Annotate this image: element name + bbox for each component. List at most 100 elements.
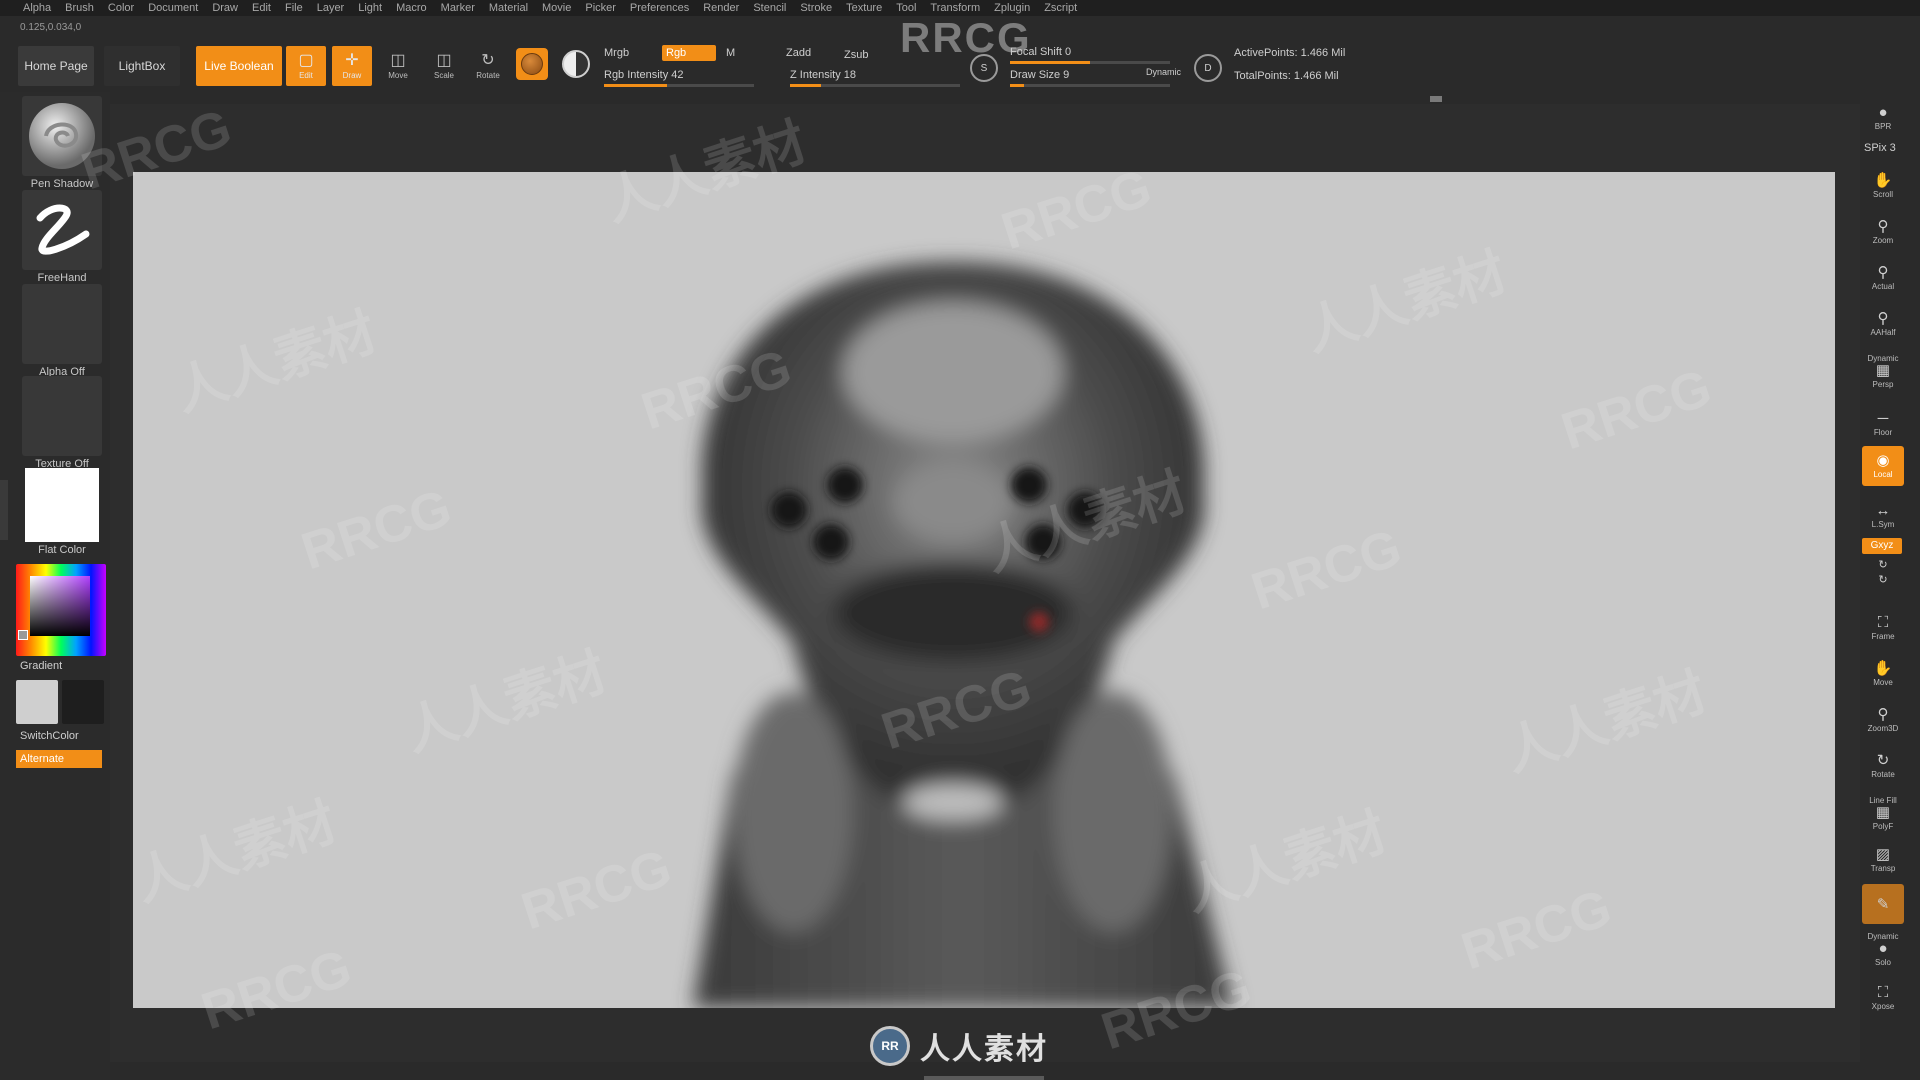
draw-size-slider[interactable]	[1010, 84, 1170, 87]
main-color-swatch[interactable]	[16, 680, 58, 724]
draw-icon: ✛	[345, 51, 359, 69]
aahalf-button[interactable]: ⚲ AAHalf	[1862, 304, 1904, 344]
local-button[interactable]: ◉ Local	[1862, 446, 1904, 486]
menu-item-alpha[interactable]: Alpha	[16, 0, 58, 16]
spix-slider[interactable]: SPix 3	[1864, 142, 1896, 154]
rrcg-circle-logo-icon: RR	[870, 1026, 910, 1066]
material-selector[interactable]: Flat Color	[20, 468, 104, 556]
lsym-button[interactable]: ↔ L.Sym	[1862, 496, 1904, 536]
draw-size-fill	[1010, 84, 1025, 87]
menu-item-marker[interactable]: Marker	[434, 0, 482, 16]
menu-item-edit[interactable]: Edit	[245, 0, 278, 16]
transp-button[interactable]: ▨ Transp	[1862, 840, 1904, 880]
move-icon: ◫	[390, 51, 406, 69]
menu-item-stencil[interactable]: Stencil	[746, 0, 793, 16]
menu-item-macro[interactable]: Macro	[389, 0, 434, 16]
alpha-selector[interactable]: Alpha Off	[20, 284, 104, 378]
menu-item-preferences[interactable]: Preferences	[623, 0, 696, 16]
frame-button[interactable]: ⛶ Frame	[1862, 608, 1904, 648]
rotate-view-button[interactable]: ↻ Rotate	[1862, 746, 1904, 786]
draw-button[interactable]: ✛ Draw	[332, 46, 372, 86]
zoom-button[interactable]: ⚲ Zoom	[1862, 212, 1904, 252]
actual-button[interactable]: ⚲ Actual	[1862, 258, 1904, 298]
move-view-button[interactable]: ✋ Move	[1862, 654, 1904, 694]
gradient-label: Gradient	[20, 660, 63, 672]
color-picker-square[interactable]	[30, 576, 90, 636]
polyf-button[interactable]: Line Fill ▦ PolyF	[1862, 792, 1904, 832]
rotate-y-icon: ↻	[1878, 559, 1888, 571]
draw-size-label: Draw Size 9	[1010, 69, 1070, 81]
rotate-icon: ↻	[481, 51, 495, 69]
rgb-intensity-slider[interactable]	[604, 84, 754, 87]
zadd-button[interactable]: Zadd	[786, 47, 811, 59]
m-button[interactable]: M	[726, 47, 735, 59]
scale-button[interactable]: ◫ Scale	[424, 46, 464, 86]
symmetry-icon: ↔	[1875, 502, 1891, 519]
menu-item-brush[interactable]: Brush	[58, 0, 101, 16]
xyz-rotation-button[interactable]: Gxyz	[1862, 538, 1902, 554]
menu-item-material[interactable]: Material	[482, 0, 535, 16]
menu-item-movie[interactable]: Movie	[535, 0, 578, 16]
move-button[interactable]: ◫ Move	[378, 46, 418, 86]
rotate-button[interactable]: ↻ Rotate	[468, 46, 508, 86]
menu-item-layer[interactable]: Layer	[310, 0, 352, 16]
texture-selector[interactable]: Texture Off	[20, 376, 104, 470]
bpr-sphere-icon: ●	[1878, 104, 1888, 121]
secondary-color-swatch[interactable]	[62, 680, 104, 724]
aahalf-icon: ⚲	[1877, 310, 1889, 327]
scroll-button[interactable]: ✋ Scroll	[1862, 166, 1904, 206]
menu-item-document[interactable]: Document	[141, 0, 205, 16]
floor-button[interactable]: ─ Floor	[1862, 404, 1904, 444]
menu-item-zscript[interactable]: Zscript	[1037, 0, 1084, 16]
rgb-button[interactable]: Rgb	[662, 45, 716, 61]
z-intensity-slider[interactable]	[790, 84, 960, 87]
menu-item-color[interactable]: Color	[101, 0, 141, 16]
edit-button[interactable]: ▢ Edit	[286, 46, 326, 86]
alpha-off-thumbnail	[22, 284, 102, 364]
rotation-axis-buttons[interactable]: ↻ ↻	[1862, 556, 1904, 590]
left-tray-handle[interactable]	[0, 480, 8, 540]
focal-shift-slider[interactable]	[1010, 61, 1170, 64]
solo-button[interactable]: Dynamic ● Solo	[1862, 928, 1904, 968]
material-button[interactable]	[516, 48, 548, 80]
focal-shift-fill	[1010, 61, 1090, 64]
dynamic-button[interactable]: Dynamic	[1146, 67, 1181, 77]
d-toggle-button[interactable]: D	[1194, 54, 1222, 82]
zbrush-window: Alpha Brush Color Document Draw Edit File Layer…	[0, 0, 1920, 1080]
persp-button[interactable]: Dynamic ▦ Persp	[1862, 350, 1904, 390]
stroke-selector[interactable]: FreeHand	[20, 190, 104, 284]
xpose-button[interactable]: ⛶ Xpose	[1862, 978, 1904, 1018]
viewport-canvas[interactable]	[133, 172, 1835, 1008]
zsub-button[interactable]: Zsub	[844, 49, 868, 61]
color-picker-handle[interactable]	[18, 630, 28, 640]
menu-item-texture[interactable]: Texture	[839, 0, 889, 16]
menu-item-light[interactable]: Light	[351, 0, 389, 16]
live-boolean-button[interactable]: Live Boolean	[196, 46, 282, 86]
menu-item-stroke[interactable]: Stroke	[793, 0, 839, 16]
toolbar-scroll-handle[interactable]	[1430, 96, 1442, 102]
freehand-thumbnail	[22, 190, 102, 270]
ghost-button[interactable]: ✎	[1862, 884, 1904, 924]
lightbox-button[interactable]: LightBox	[104, 46, 180, 86]
ghost-icon: ✎	[1876, 895, 1890, 913]
bpr-button[interactable]: ● BPR	[1862, 98, 1904, 138]
menu-item-file[interactable]: File	[278, 0, 310, 16]
perspective-grid-icon: ▦	[1875, 361, 1891, 379]
zoom3d-button[interactable]: ⚲ Zoom3D	[1862, 700, 1904, 740]
flat-color-thumbnail	[25, 468, 99, 542]
alternate-button[interactable]: Alternate	[16, 750, 102, 768]
texture-off-thumbnail	[22, 376, 102, 456]
s-toggle-button[interactable]: S	[970, 54, 998, 82]
freehand-stroke-icon	[36, 204, 90, 255]
menu-item-picker[interactable]: Picker	[578, 0, 623, 16]
brush-selector[interactable]: Pen Shadow	[20, 96, 104, 190]
mrgb-button[interactable]: Mrgb	[604, 47, 629, 59]
polyframe-icon: ▦	[1875, 803, 1891, 821]
switch-color-button[interactable]: SwitchColor	[20, 730, 79, 742]
menu-item-draw[interactable]: Draw	[205, 0, 245, 16]
menu-item-render[interactable]: Render	[696, 0, 746, 16]
timeline-handle[interactable]	[924, 1076, 1044, 1080]
render-mode-button[interactable]	[562, 50, 590, 78]
home-page-button[interactable]: Home Page	[18, 46, 94, 86]
color-picker[interactable]	[16, 564, 106, 656]
